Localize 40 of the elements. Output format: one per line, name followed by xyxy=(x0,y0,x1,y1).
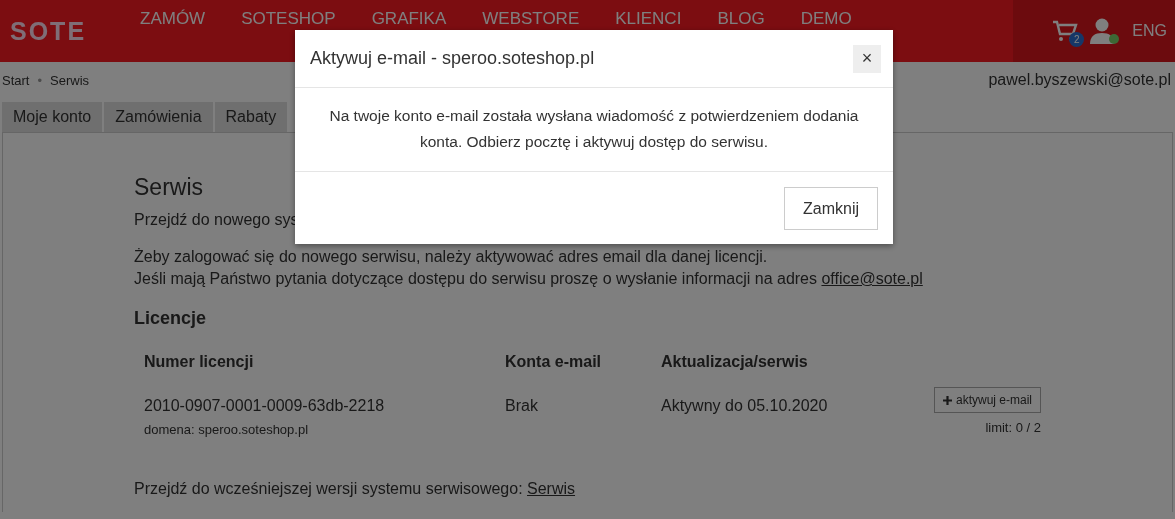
nav-link[interactable]: DEMO xyxy=(800,9,852,29)
column-header: Aktualizacja/serwis xyxy=(661,353,809,371)
table-cell-text: Brak xyxy=(505,397,539,415)
dialog-message: Na twoje konto e-mail została wysłana wiadomość z potwierdzeniem dodania konta. Odbierz pocztę i aktywuj dostęp do serwisu. xyxy=(329,107,859,150)
tab[interactable]: Moje konto xyxy=(2,102,103,132)
info-text: Żeby zalogować się do nowego serwisu, należy aktywować adres email dla danej licencji. xyxy=(134,248,769,266)
nav-link[interactable]: KLIENCI xyxy=(615,9,682,29)
plus-icon xyxy=(942,395,952,405)
email-link[interactable]: office@sote.pl xyxy=(821,270,923,287)
breadcrumb-link[interactable]: Start xyxy=(2,72,30,88)
activate-email-button[interactable]: aktywuj e-mail xyxy=(933,387,1041,413)
tab[interactable]: Rabaty xyxy=(214,102,288,132)
breadcrumb-separator: • xyxy=(37,72,43,88)
section-title: Licencje xyxy=(134,308,208,329)
nav-link[interactable]: BLOG xyxy=(717,9,765,29)
column-header: Konta e-mail xyxy=(505,353,602,371)
column-header: Numer licencji xyxy=(144,353,255,371)
logo[interactable]: SOTE xyxy=(10,16,140,46)
breadcrumb-link[interactable]: Serwis xyxy=(50,72,90,88)
nav-link[interactable]: ZAMÓW xyxy=(140,9,206,29)
nav-link[interactable]: SOTESHOP xyxy=(241,9,336,29)
domain-text: domena: speroo.soteshop.pl xyxy=(144,422,310,437)
contact-text: Jeśli mają Państwo pytania dotyczące dostępu do serwisu proszę o wysłanie informacji na adres office@sote.pl xyxy=(134,270,924,288)
table-cell-text: Aktywny do 05.10.2020 xyxy=(661,397,829,415)
page-title: Serwis xyxy=(134,174,204,201)
tab[interactable]: Zamówienia xyxy=(104,102,213,132)
cart-icon[interactable] xyxy=(1052,19,1079,43)
nav-link[interactable]: WEBSTORE xyxy=(482,9,580,29)
service-link[interactable]: Serwis xyxy=(527,480,576,497)
limit-text: limit: 0 / 2 xyxy=(985,420,1041,435)
close-dialog-button[interactable]: Zamknij xyxy=(784,187,878,230)
nav-link[interactable]: GRAFIKA xyxy=(371,9,447,29)
language-link[interactable]: ENG xyxy=(1132,22,1167,40)
old-version-text: Przejdź do wcześniejszej wersji systemu serwisowego: Serwis xyxy=(134,480,577,498)
cart-count-badge: 2 xyxy=(1069,32,1085,47)
user-email[interactable]: pawel.byszewski@sote.pl xyxy=(988,71,1171,89)
dialog-title: Aktywuj e-mail - speroo.soteshop.pl xyxy=(310,48,596,69)
user-icon[interactable] xyxy=(1090,17,1121,45)
close-button[interactable]: × xyxy=(853,44,881,73)
license-number: 2010-0907-0001-0009-63db-2218 xyxy=(144,397,385,414)
